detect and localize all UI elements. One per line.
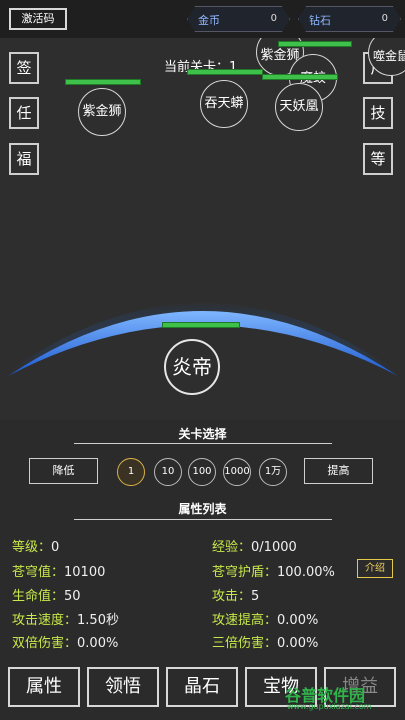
watermark-url: www.gupuxiazai.com — [287, 702, 372, 711]
multiplier-1-button[interactable]: 1 — [117, 458, 145, 486]
stat-double-damage: 双倍伤害：0.00% — [12, 632, 118, 651]
site-watermark: 谷普软件园 www.gupuxiazai.com — [285, 682, 403, 718]
stat-label: 等级： — [12, 540, 52, 555]
activation-code-button[interactable]: 激活码 — [9, 8, 67, 30]
stat-value: 5 — [251, 589, 260, 604]
battle-area: 签 任 福 广 技 等 紫金狮 噬金鼠 魔蛟 当前关卡：1 紫金狮 吞天蟒 天妖… — [0, 38, 405, 420]
enemy-hp-bar — [65, 79, 141, 85]
gold-value: 0 — [270, 13, 277, 24]
stat-label: 苍穹护盾： — [212, 565, 278, 580]
hero-yandi[interactable]: 炎帝 — [164, 339, 220, 395]
multiplier-10000-button[interactable]: 1万 — [259, 458, 287, 486]
hero-hp-bar — [162, 322, 240, 328]
attribute-list-title: 属性列表 — [178, 502, 227, 516]
stat-attack-speed-bonus: 攻速提高：0.00% — [212, 609, 318, 628]
divider — [74, 443, 332, 444]
stat-attack-speed: 攻击速度：1.50秒 — [12, 609, 119, 628]
stat-exp: 经验：0/1000 — [212, 536, 297, 555]
stat-label: 经验： — [212, 540, 252, 555]
stat-value: 0/1000 — [251, 540, 297, 555]
enemy-tianyaohuang: 天妖凰 — [275, 83, 323, 131]
stage-select-title: 关卡选择 — [178, 427, 227, 441]
stat-value: 0.00% — [277, 636, 319, 651]
multiplier-10-button[interactable]: 10 — [154, 458, 182, 486]
stat-level: 等级：0 — [12, 536, 59, 555]
stat-label: 攻击速度： — [12, 613, 78, 628]
stat-triple-damage: 三倍伤害：0.00% — [212, 632, 318, 651]
stat-label: 苍穹值： — [12, 565, 65, 580]
diamond-counter: 钻石 0 — [298, 6, 401, 32]
gold-label: 金币 — [198, 14, 220, 27]
enemy-hp-bar — [262, 74, 338, 80]
diamond-label: 钻石 — [309, 14, 331, 27]
stat-label: 双倍伤害： — [12, 636, 78, 651]
stat-label: 攻击： — [212, 589, 252, 604]
skill-button[interactable]: 技 — [363, 97, 393, 129]
level-button[interactable]: 等 — [363, 143, 393, 175]
stat-value: 0 — [51, 540, 60, 555]
welfare-button[interactable]: 福 — [9, 143, 39, 175]
task-button[interactable]: 任 — [9, 97, 39, 129]
stat-shield: 苍穹护盾：100.00% — [212, 561, 335, 580]
multiplier-100-button[interactable]: 100 — [188, 458, 216, 486]
enemy-zijinshi: 紫金狮 — [78, 88, 126, 136]
stat-value: 50 — [64, 589, 81, 604]
increase-stage-button[interactable]: 提高 — [304, 458, 373, 484]
crystal-tab-button[interactable]: 晶石 — [166, 667, 238, 707]
stat-value: 10100 — [64, 565, 106, 580]
attributes-tab-button[interactable]: 属性 — [8, 667, 80, 707]
decrease-stage-button[interactable]: 降低 — [29, 458, 98, 484]
comprehension-tab-button[interactable]: 领悟 — [87, 667, 159, 707]
stat-value: 0.00% — [77, 636, 119, 651]
top-bar: 激活码 金币 0 钻石 0 — [0, 0, 405, 38]
intro-button[interactable]: 介绍 — [357, 559, 393, 578]
control-panel: 关卡选择 降低 1 10 100 1000 1万 提高 属性列表 等级：0 苍穹… — [0, 420, 405, 720]
stat-value: 100.00% — [277, 565, 335, 580]
diamond-value: 0 — [381, 13, 388, 24]
stat-label: 生命值： — [12, 589, 65, 604]
multiplier-1000-button[interactable]: 1000 — [223, 458, 251, 486]
stat-label: 攻速提高： — [212, 613, 278, 628]
stat-value: 0.00% — [277, 613, 319, 628]
stat-label: 三倍伤害： — [212, 636, 278, 651]
gold-counter: 金币 0 — [187, 6, 290, 32]
enemy-tuntianmang: 吞天蟒 — [200, 80, 248, 128]
enemy-hp-bar — [278, 41, 352, 47]
stat-hp: 生命值：50 — [12, 585, 81, 604]
stat-value: 1.50秒 — [77, 613, 119, 628]
stat-cangqiong-value: 苍穹值：10100 — [12, 561, 105, 580]
stat-attack: 攻击：5 — [212, 585, 259, 604]
sign-in-button[interactable]: 签 — [9, 52, 39, 84]
divider — [74, 519, 332, 520]
enemy-hp-bar — [187, 69, 263, 75]
